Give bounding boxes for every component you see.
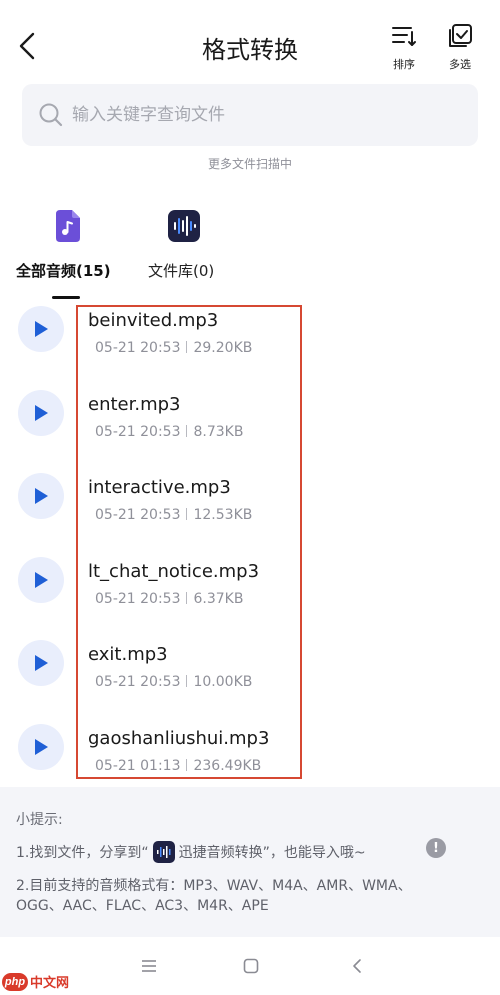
- watermark-text: 中文网: [30, 976, 70, 991]
- file-date: 05-21 20:53: [95, 507, 181, 523]
- play-icon: [35, 571, 48, 588]
- tab-file-library-label: 文件库(0): [148, 262, 215, 280]
- scan-status: 更多文件扫描中: [207, 157, 292, 171]
- meta-divider: [186, 424, 188, 437]
- file-name: interactive.mp3: [88, 477, 231, 498]
- tip-line-1-prefix: 1.找到文件，分享到“: [16, 845, 149, 861]
- play-icon: [35, 404, 48, 421]
- file-size: 8.73KB: [193, 423, 244, 440]
- multi-select-icon: [449, 24, 472, 47]
- list-item[interactable]: exit.mp3 05-21 20:53 10.00KB: [0, 634, 500, 718]
- list-item[interactable]: beinvited.mp3 05-21 20:53 29.20KB: [0, 300, 500, 384]
- nav-menu-button[interactable]: [136, 953, 162, 979]
- sort-label: 排序: [393, 58, 415, 71]
- file-name: enter.mp3: [88, 393, 181, 415]
- file-list: beinvited.mp3 05-21 20:53 29.20KB enter.m…: [0, 300, 500, 801]
- file-meta: 05-21 20:53 6.37KB: [95, 591, 243, 607]
- play-button[interactable]: [18, 389, 64, 436]
- list-item[interactable]: lt_chat_notice.mp3 05-21 20:53 6.37KB: [0, 551, 500, 635]
- meta-divider: [186, 675, 188, 687]
- file-name: beinvited.mp3: [88, 310, 219, 331]
- file-date: 05-21 20:53: [95, 674, 181, 690]
- file-meta: 05-21 20:53 12.53KB: [95, 507, 252, 523]
- file-size: 6.37KB: [193, 590, 244, 607]
- tip-line-1-suffix: ”，也能导入哦~: [262, 845, 366, 861]
- file-meta: 05-21 01:13 236.49KB: [95, 758, 261, 774]
- file-meta: 05-21 20:53 29.20KB: [95, 340, 252, 356]
- app-logo-icon: [152, 841, 175, 863]
- play-icon: [35, 655, 48, 671]
- watermark: php 中文网: [2, 972, 69, 991]
- nav-back-icon: [353, 959, 361, 973]
- page-title: 格式转换: [202, 36, 298, 64]
- list-item[interactable]: enter.mp3 05-21 20:53 8.73KB: [0, 384, 500, 468]
- search-icon: [39, 103, 63, 127]
- file-date: 05-21 01:13: [95, 757, 181, 774]
- system-nav-bar: [0, 937, 500, 995]
- tip-line-1-app: 迅捷音频转换: [178, 845, 263, 861]
- file-size: 12.53KB: [193, 507, 253, 523]
- file-name: exit.mp3: [88, 644, 168, 665]
- nav-home-button[interactable]: [238, 953, 264, 979]
- sort-icon: [392, 27, 416, 46]
- meta-divider: [186, 591, 188, 604]
- tips-title: 小提示:: [16, 812, 63, 828]
- file-meta: 05-21 20:53 8.73KB: [95, 424, 243, 440]
- meta-divider: [186, 341, 188, 353]
- file-date: 05-21 20:53: [95, 590, 181, 607]
- menu-icon: [142, 960, 156, 972]
- watermark-logo: php: [2, 972, 28, 991]
- file-date: 05-21 20:53: [95, 340, 181, 356]
- list-item[interactable]: interactive.mp3 05-21 20:53 12.53KB: [0, 467, 500, 551]
- active-tab-indicator: [52, 296, 80, 299]
- play-button[interactable]: [18, 640, 64, 686]
- search-bar[interactable]: [22, 84, 478, 146]
- audio-wave-icon: [168, 210, 200, 242]
- info-icon[interactable]: !: [426, 838, 446, 858]
- file-size: 10.00KB: [193, 674, 253, 690]
- play-icon: [35, 321, 48, 337]
- music-file-icon: [56, 210, 80, 242]
- file-name: lt_chat_notice.mp3: [88, 560, 260, 582]
- file-date: 05-21 20:53: [95, 423, 181, 440]
- play-button[interactable]: [18, 473, 64, 519]
- play-button[interactable]: [18, 723, 64, 770]
- tips-panel: 小提示: 1.找到文件，分享到“ 迅捷音频转换 ”，也能导入哦~ ! 2.目前支…: [0, 787, 500, 937]
- header: 格式转换 排序 多选: [0, 0, 500, 80]
- meta-divider: [186, 758, 188, 771]
- play-icon: [35, 488, 48, 504]
- search-input[interactable]: [72, 105, 452, 125]
- sort-button[interactable]: 排序: [384, 22, 424, 72]
- play-button[interactable]: [18, 556, 64, 603]
- meta-divider: [186, 508, 188, 520]
- file-name: gaoshanliushui.mp3: [88, 727, 270, 749]
- multi-select-label: 多选: [449, 58, 471, 71]
- file-size: 236.49KB: [193, 757, 262, 774]
- play-icon: [35, 738, 48, 755]
- home-square-icon: [243, 958, 259, 974]
- tip-line-2: 2.目前支持的音频格式有：MP3、WAV、M4A、AMR、WMA、OGG、AAC…: [16, 878, 412, 914]
- file-meta: 05-21 20:53 10.00KB: [95, 674, 252, 690]
- nav-back-button[interactable]: [344, 953, 370, 979]
- tip-line-1: 1.找到文件，分享到“ 迅捷音频转换 ”，也能导入哦~: [16, 841, 366, 863]
- multi-select-button[interactable]: 多选: [440, 22, 480, 72]
- tab-all-audio-label: 全部音频(15): [16, 262, 111, 280]
- play-button[interactable]: [18, 306, 64, 352]
- file-size: 29.20KB: [193, 340, 253, 356]
